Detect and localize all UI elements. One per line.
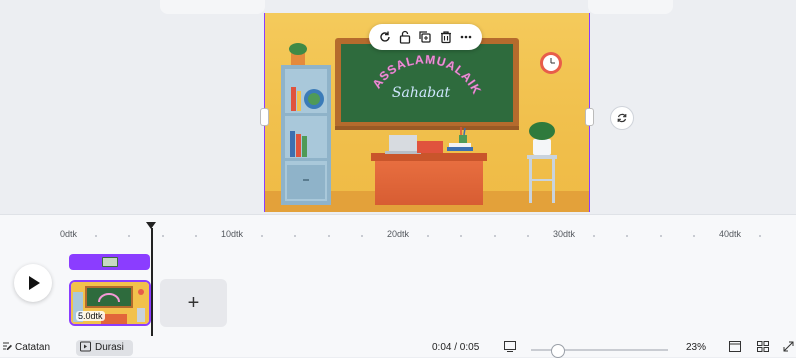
ruler-dot [759, 235, 761, 237]
rotate-icon[interactable] [376, 28, 394, 46]
ruler-dot [460, 235, 462, 237]
time-readout: 0:04 / 0:05 [432, 342, 480, 353]
plus-icon: + [187, 291, 200, 314]
add-clip-button[interactable]: + [160, 279, 227, 327]
fullscreen-icon[interactable] [783, 341, 794, 355]
ruler-dot [494, 235, 496, 237]
ruler-dot [427, 235, 429, 237]
board-script-text: Sahabat [392, 85, 451, 101]
tick-label: 40dtk [719, 229, 742, 239]
fit-screen-icon[interactable] [504, 341, 516, 355]
tick-label: 30dtk [553, 229, 576, 239]
ruler-dot [261, 235, 263, 237]
video-clip[interactable]: 5.0dtk [69, 280, 151, 326]
ruler-dot [660, 235, 662, 237]
element-toolbar [369, 24, 482, 50]
playhead[interactable] [151, 228, 153, 336]
audio-thumbnail [101, 257, 118, 267]
ruler-dot [626, 235, 628, 237]
clip-duration-label: 5.0dtk [76, 311, 105, 321]
ruler-dot [693, 235, 695, 237]
audio-track[interactable] [69, 254, 150, 270]
duration-label: Durasi [95, 342, 124, 353]
ruler-dot [593, 235, 595, 237]
page-above-left [160, 0, 265, 14]
ruler-dot [95, 235, 97, 237]
zoom-level: 23% [686, 342, 707, 353]
ruler-dot [328, 235, 330, 237]
trash-icon[interactable] [437, 28, 455, 46]
page-above-right [588, 0, 673, 14]
duplicate-icon[interactable] [416, 28, 434, 46]
tick-label: 0dtk [60, 229, 78, 239]
play-icon [29, 276, 40, 290]
notes-button[interactable]: Catatan [15, 342, 50, 353]
ruler-dot [361, 235, 363, 237]
tick-label: 10dtk [221, 229, 244, 239]
notes-icon [2, 341, 13, 355]
refresh-icon[interactable] [610, 106, 634, 130]
resize-handle-left[interactable] [260, 108, 269, 126]
more-icon[interactable] [457, 28, 475, 46]
duration-icon [80, 341, 91, 355]
resize-handle-right[interactable] [585, 108, 594, 126]
ruler-dot [294, 235, 296, 237]
grid-view-icon[interactable] [757, 341, 769, 355]
ruler-dot [162, 235, 164, 237]
lock-icon[interactable] [396, 28, 414, 46]
page-view-icon[interactable] [729, 341, 741, 355]
ruler-dot [195, 235, 197, 237]
tick-label: 20dtk [387, 229, 410, 239]
ruler-dot [128, 235, 130, 237]
play-button[interactable] [14, 264, 52, 302]
ruler-dot [527, 235, 529, 237]
